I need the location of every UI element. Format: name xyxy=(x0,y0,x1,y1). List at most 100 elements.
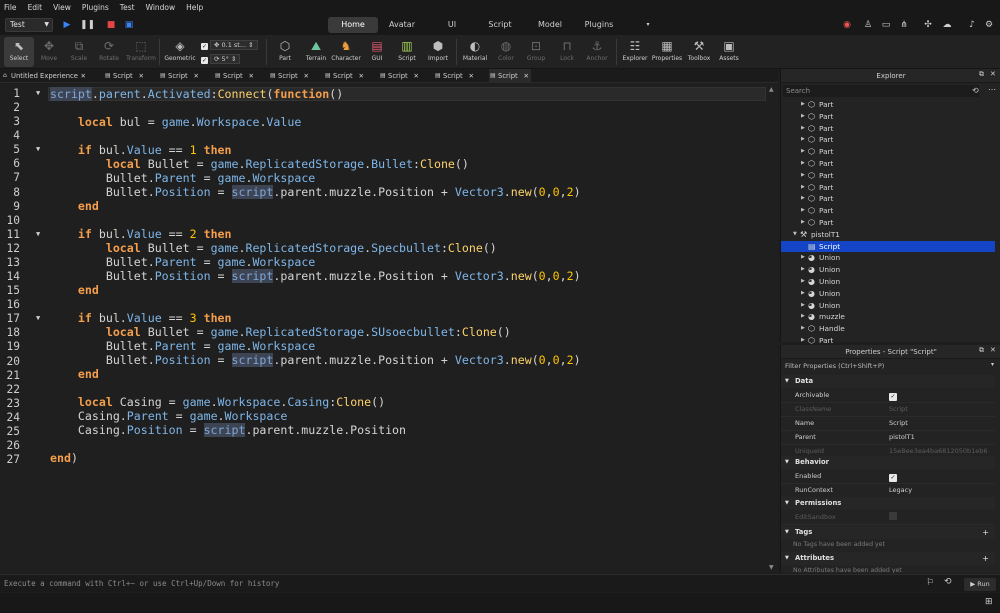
expand-arrow-icon[interactable]: ▶ xyxy=(801,193,805,205)
menu-help[interactable]: Help xyxy=(186,3,203,12)
explorer-item[interactable]: ▶ ⬡ Part xyxy=(781,158,995,170)
character-button[interactable]: ♞ Character xyxy=(331,37,361,67)
rotate-snap-control[interactable]: ✓ ⟳ 5° ⇕ xyxy=(201,54,241,64)
prop-value[interactable]: pistolT1 xyxy=(889,431,989,445)
fold-arrow-icon[interactable]: ▼ xyxy=(36,145,40,153)
tab-plugins[interactable]: Plugins xyxy=(580,17,618,33)
expand-arrow-icon[interactable]: ▶ xyxy=(801,276,805,288)
scroll-up-icon[interactable]: ▲ xyxy=(769,86,774,93)
expand-arrow-icon[interactable]: ▶ xyxy=(801,123,805,135)
tab-model[interactable]: Model xyxy=(532,17,568,33)
close-icon[interactable]: ✕ xyxy=(469,69,474,83)
close-icon[interactable]: ✕ xyxy=(81,69,86,83)
explorer-item[interactable]: ▶ ⬡ Part xyxy=(781,170,995,182)
explorer-item[interactable]: ▶ ⬡ Part xyxy=(781,205,995,217)
layout-icon[interactable]: ⊞ xyxy=(985,597,993,607)
add-icon[interactable]: + xyxy=(982,526,989,539)
fold-arrow-icon[interactable]: ▼ xyxy=(36,314,40,322)
tab-script[interactable]: ▤ Script ✕ xyxy=(269,69,311,83)
explorer-item[interactable]: ▶ ⬡ Part xyxy=(781,217,995,229)
menu-plugins[interactable]: Plugins xyxy=(82,3,109,12)
expand-arrow-icon[interactable]: ▶ xyxy=(801,300,805,312)
tab-ui[interactable]: UI xyxy=(438,17,466,33)
explorer-item[interactable]: ▤ Script xyxy=(781,240,995,253)
history-icon[interactable]: ⟲ xyxy=(972,86,979,95)
add-friend-icon[interactable]: ♙ xyxy=(861,18,875,32)
popout-icon[interactable]: ⧉ xyxy=(979,346,984,355)
prop-value[interactable]: Script xyxy=(889,417,989,431)
move-tool-button[interactable]: ✥ Move xyxy=(34,37,64,67)
select-tool-button[interactable]: ⬉ Select xyxy=(4,37,34,67)
command-input[interactable]: Execute a command with Ctrl+~ or use Ctr… xyxy=(4,579,279,588)
close-icon[interactable]: ✕ xyxy=(990,70,996,78)
tab-script[interactable]: Script xyxy=(482,17,518,33)
explorer-button[interactable]: ☷ Explorer xyxy=(620,37,650,67)
explorer-item[interactable]: ▶ ◕ muzzle xyxy=(781,311,995,323)
tab-script[interactable]: ▤ Script ✕ xyxy=(324,69,366,83)
expand-arrow-icon[interactable]: ▶ xyxy=(801,111,805,123)
gui-button[interactable]: ▤ GUI xyxy=(362,37,392,67)
notifications-icon[interactable]: ♪ xyxy=(965,18,979,32)
part-button[interactable]: ⬡ Part xyxy=(270,37,300,67)
expand-arrow-icon[interactable]: ▶ xyxy=(801,182,805,194)
scroll-down-icon[interactable]: ▼ xyxy=(769,564,774,571)
fold-arrow-icon[interactable]: ▼ xyxy=(36,89,40,97)
tab-home[interactable]: Home xyxy=(328,17,378,33)
tab-script[interactable]: ▤ Script ✕ xyxy=(104,69,146,83)
move-snap-value[interactable]: ✥ 0.1 st... ⇕ xyxy=(210,40,258,50)
expand-arrow-icon[interactable]: ▶ xyxy=(801,205,805,217)
explorer-search-input[interactable]: Search xyxy=(783,85,979,97)
chevron-down-icon[interactable]: ▾ xyxy=(991,361,994,368)
tab-script[interactable]: ▤ Script ✕ xyxy=(434,69,476,83)
collaborators-icon[interactable]: ✣ xyxy=(921,18,935,32)
more-icon[interactable]: ⋯ xyxy=(988,85,996,94)
color-button[interactable]: ◍ Color xyxy=(491,37,521,67)
close-icon[interactable]: ✕ xyxy=(990,346,996,354)
expand-arrow-icon[interactable]: ▶ xyxy=(801,170,805,182)
settings-icon[interactable]: ⚙ xyxy=(982,18,996,32)
transform-tool-button[interactable]: ⬚ Transform xyxy=(125,37,157,67)
rotate-tool-button[interactable]: ⟳ Rotate xyxy=(94,37,124,67)
script-button[interactable]: ▥ Script xyxy=(392,37,422,67)
move-snap-control[interactable]: ✓ ✥ 0.1 st... ⇕ xyxy=(201,40,258,50)
scale-tool-button[interactable]: ⧉ Scale xyxy=(64,37,94,67)
menu-window[interactable]: Window xyxy=(146,3,176,12)
close-icon[interactable]: ✕ xyxy=(414,69,419,83)
test-mode-select[interactable]: Test ▼ xyxy=(5,18,53,32)
expand-arrow-icon[interactable]: ▶ xyxy=(801,146,805,158)
category-tags[interactable]: ▼ Tags + xyxy=(781,526,995,539)
add-icon[interactable]: + xyxy=(982,552,989,565)
geometric-mode-button[interactable]: ◈ Geometric xyxy=(163,37,197,67)
anchor-button[interactable]: ⚓ Anchor xyxy=(582,37,612,67)
import-button[interactable]: ⬢ Import xyxy=(423,37,453,67)
explorer-item[interactable]: ▶ ◕ Union xyxy=(781,288,995,300)
explorer-item[interactable]: ▶ ⬡ Part xyxy=(781,193,995,205)
share-icon[interactable]: ⋔ xyxy=(897,18,911,32)
lock-button[interactable]: ⊓ Lock xyxy=(552,37,582,67)
property-filter-input[interactable]: Filter Properties (Ctrl+Shift+P) xyxy=(783,360,993,372)
tab-script[interactable]: ▤ Script ✕ xyxy=(379,69,421,83)
history-icon[interactable]: ⟲ xyxy=(944,577,952,587)
bookmark-icon[interactable]: ⚐ xyxy=(926,578,934,588)
explorer-item[interactable]: ▶ ◕ Union xyxy=(781,300,995,312)
menu-file[interactable]: File xyxy=(4,3,17,12)
popout-icon[interactable]: ⧉ xyxy=(979,70,984,79)
expand-arrow-icon[interactable]: ▶ xyxy=(801,252,805,264)
pause-icon[interactable]: ❚❚ xyxy=(80,18,95,32)
play-icon[interactable]: ▶ xyxy=(60,18,74,32)
category-attributes[interactable]: ▼ Attributes + xyxy=(781,552,995,565)
explorer-item[interactable]: ▶ ⬡ Part xyxy=(781,99,995,111)
editor-scrollbar[interactable]: ▲ ▼ xyxy=(767,84,777,573)
explorer-item[interactable]: ▶ ◕ Union xyxy=(781,276,995,288)
menu-test[interactable]: Test xyxy=(120,3,135,12)
expand-arrow-icon[interactable]: ▶ xyxy=(801,217,805,229)
terrain-button[interactable]: ⛰ Terrain xyxy=(301,37,331,67)
expand-arrow-icon[interactable]: ▶ xyxy=(801,99,805,111)
run-button[interactable]: ▶ Run xyxy=(964,578,996,591)
expand-arrow-icon[interactable]: ▶ xyxy=(801,323,805,335)
explorer-item[interactable]: ▶ ⬡ Part xyxy=(781,182,995,194)
close-icon[interactable]: ✕ xyxy=(249,69,254,83)
client-server-icon[interactable]: ▣ xyxy=(122,18,136,32)
category-data[interactable]: ▼ Data xyxy=(781,375,995,388)
checkbox-checked[interactable]: ✓ xyxy=(889,474,897,482)
